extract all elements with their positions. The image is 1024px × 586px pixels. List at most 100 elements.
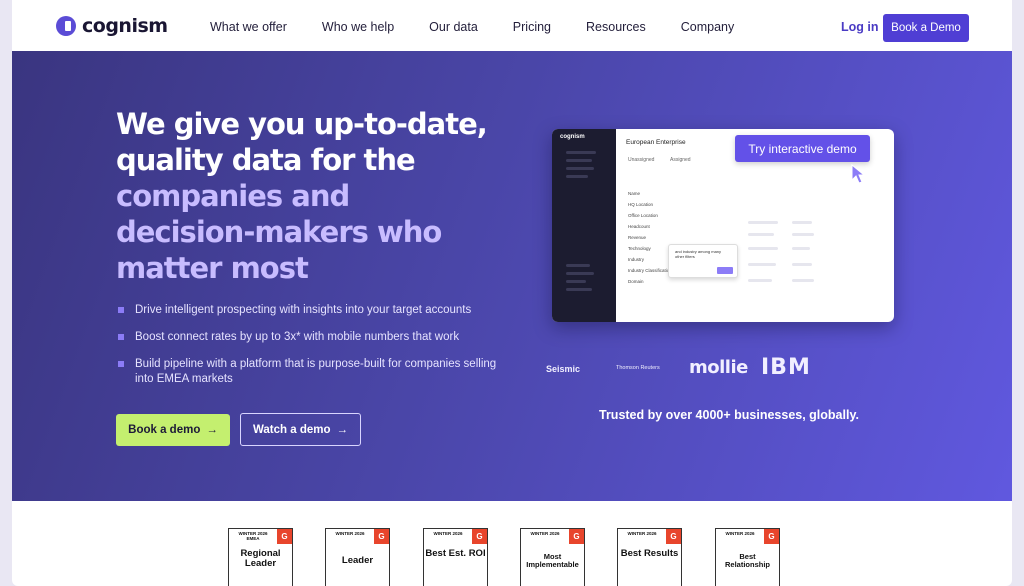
preview-placeholder-line <box>748 247 778 250</box>
badge-label: Leader <box>341 555 374 566</box>
preview-filter-row: Domain <box>628 279 644 284</box>
preview-sidebar-item <box>566 175 588 178</box>
g2-logo-icon: G <box>569 529 584 544</box>
cta-label: Watch a demo <box>252 423 331 436</box>
bullet-item: Boost connect rates by up to 3x* with mo… <box>118 330 498 345</box>
g2-badge: WINTER 2026 G Best Est. ROI <box>423 528 488 586</box>
ibm-logo: IBM <box>761 355 811 380</box>
preview-title: European Enterprise <box>626 139 686 146</box>
nav-who-we-help[interactable]: Who we help <box>322 20 394 34</box>
nav-links: What we offer Who we help Our data Prici… <box>210 20 769 34</box>
bullet-square-icon <box>118 334 124 340</box>
trusted-by-text: Trusted by over 4000+ businesses, global… <box>599 408 859 422</box>
g2-logo-icon: G <box>277 529 292 544</box>
preview-sidebar-item <box>566 159 592 162</box>
badge-season-text: WINTER 2026 <box>530 531 560 536</box>
preview-popup-text: and industry among many other filters <box>675 249 722 259</box>
g2-logo-icon: G <box>666 529 681 544</box>
g2-badge: WINTER 2026 G Best Results <box>617 528 682 586</box>
watch-a-demo-button[interactable]: Watch a demo → <box>240 413 361 446</box>
nav-pricing[interactable]: Pricing <box>513 20 551 34</box>
bullet-square-icon <box>118 361 124 367</box>
badge-season-text: WINTER 2026 <box>627 531 657 536</box>
badge-label: Best Results <box>620 548 679 559</box>
badge-season: WINTER 2026 <box>326 529 374 544</box>
badge-season: WINTER 2026 <box>618 529 666 544</box>
preview-placeholder-line <box>748 263 776 266</box>
mollie-logo: mollie <box>689 357 748 378</box>
brand-logo[interactable]: cognism <box>56 15 168 37</box>
feature-bullets: Drive intelligent prospecting with insig… <box>118 303 498 399</box>
preview-sidebar: cognism <box>552 129 616 322</box>
login-link[interactable]: Log in <box>841 20 879 34</box>
g2-badge: WINTER 2026 G Best Relationship <box>715 528 780 586</box>
g2-badge: WINTER 2026 G Leader <box>325 528 390 586</box>
badge-season: WINTER 2026 <box>521 529 569 544</box>
badge-season-text: WINTER 2026 <box>433 531 463 536</box>
headline-line: quality data for the <box>116 143 416 177</box>
preview-tab: Unassigned <box>628 157 655 163</box>
preview-placeholder-line <box>748 279 772 282</box>
badge-season: WINTER 2026 <box>716 529 764 544</box>
preview-placeholder-line <box>792 233 814 236</box>
nav-company[interactable]: Company <box>681 20 735 34</box>
book-a-demo-button[interactable]: Book a demo → <box>116 414 230 446</box>
brand-name: cognism <box>82 15 168 37</box>
hero-headline: We give you up-to-date, quality data for… <box>116 106 516 286</box>
bullet-item: Build pipeline with a platform that is p… <box>118 357 498 387</box>
preview-filter-row: Industry Classification <box>628 268 672 273</box>
preview-placeholder-line <box>792 263 812 266</box>
headline-line-highlight: matter most <box>116 251 309 285</box>
badge-season: WINTER 2026 <box>424 529 472 544</box>
cta-label: Book a demo <box>128 424 201 436</box>
book-demo-button[interactable]: Book a Demo <box>883 14 969 42</box>
preview-filter-row: Technology <box>628 246 651 251</box>
preview-tab: Assigned <box>670 157 691 163</box>
arrow-right-icon: → <box>336 423 349 436</box>
bullet-item: Drive intelligent prospecting with insig… <box>118 303 498 318</box>
preview-filter-row: HQ Location <box>628 202 654 207</box>
badge-season-text: WINTER 2026 <box>335 531 365 536</box>
g2-logo-icon: G <box>764 529 779 544</box>
bullet-text: Build pipeline with a platform that is p… <box>135 358 497 385</box>
top-nav: cognism What we offer Who we help Our da… <box>12 0 1012 52</box>
thomson-reuters-logo: Thomson Reuters <box>616 365 660 371</box>
preview-brand: cognism <box>560 134 585 140</box>
cognism-logo-icon <box>56 16 76 36</box>
preview-filter-row: Revenue <box>628 235 647 240</box>
badge-label: Best Relationship <box>724 552 770 569</box>
preview-filter-row: Office Location <box>628 213 658 218</box>
try-interactive-demo-button[interactable]: Try interactive demo <box>735 135 870 162</box>
badge-label: Best Est. ROI <box>425 548 486 559</box>
badge-label: Most Implementable <box>526 552 579 569</box>
hero-section: We give you up-to-date, quality data for… <box>12 51 1012 501</box>
g2-logo-icon: G <box>472 529 487 544</box>
nav-our-data[interactable]: Our data <box>429 20 478 34</box>
g2-badge: WINTER 2026 G Most Implementable <box>520 528 585 586</box>
preview-placeholder-line <box>792 279 814 282</box>
nav-what-we-offer[interactable]: What we offer <box>210 20 287 34</box>
preview-sidebar-item <box>566 167 594 170</box>
preview-sidebar-item <box>566 264 590 267</box>
nav-resources[interactable]: Resources <box>586 20 646 34</box>
preview-placeholder-line <box>748 233 774 236</box>
page-frame: cognism What we offer Who we help Our da… <box>12 0 1012 586</box>
headline-line: We give you up-to-date, <box>116 107 488 141</box>
preview-popup: and industry among many other filters <box>668 244 738 278</box>
g2-badge: WINTER 2026 EMEA G Regional Leader <box>228 528 293 586</box>
bullet-square-icon <box>118 307 124 313</box>
g2-logo-icon: G <box>374 529 389 544</box>
g2-badges: WINTER 2026 EMEA G Regional Leader WINTE… <box>228 528 788 586</box>
arrow-right-icon: → <box>206 424 218 436</box>
bullet-text: Boost connect rates by up to 3x* with mo… <box>135 331 460 343</box>
headline-line-highlight: companies and <box>116 179 350 213</box>
badge-season: WINTER 2026 EMEA <box>229 529 277 544</box>
preview-sidebar-item <box>566 288 592 291</box>
headline-line-highlight: decision-makers who <box>116 215 442 249</box>
preview-filter-row: Industry <box>628 257 645 262</box>
preview-placeholder-line <box>792 247 810 250</box>
preview-placeholder-line <box>792 221 812 224</box>
bullet-text: Drive intelligent prospecting with insig… <box>135 304 472 316</box>
customer-logos: Seismic Thomson Reuters mollie IBM <box>546 355 836 381</box>
badge-season-text: WINTER 2026 <box>725 531 755 536</box>
